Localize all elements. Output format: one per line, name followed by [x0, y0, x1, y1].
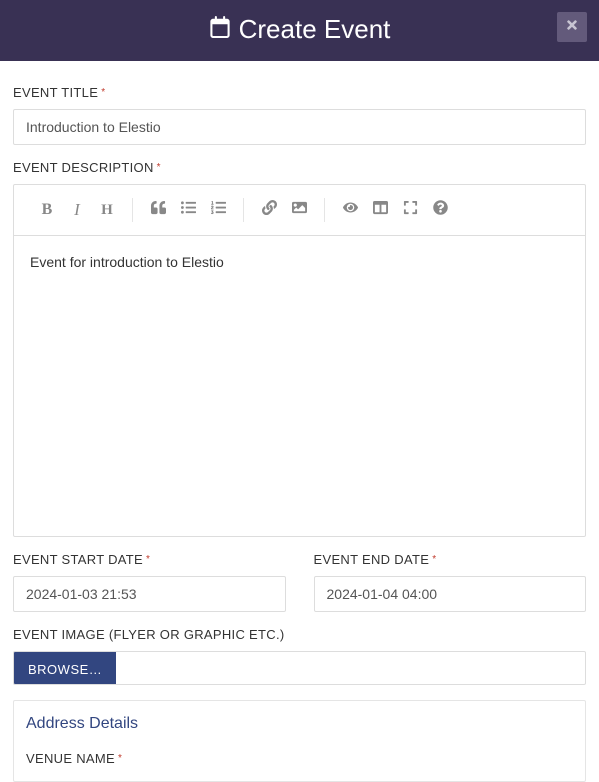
- preview-button[interactable]: [335, 195, 365, 225]
- file-name-display: [116, 652, 585, 684]
- side-by-side-button[interactable]: [365, 195, 395, 225]
- modal-title-wrap: Create Event: [209, 14, 391, 45]
- end-date-label: Event End Date*: [314, 552, 587, 567]
- close-button[interactable]: [557, 12, 587, 42]
- unordered-list-button[interactable]: [173, 195, 203, 225]
- eye-icon: [343, 200, 358, 220]
- quote-button[interactable]: [143, 195, 173, 225]
- start-date-input[interactable]: [13, 576, 286, 612]
- event-title-group: Event Title*: [13, 85, 586, 145]
- address-panel: Address Details Venue Name*: [13, 700, 586, 782]
- question-icon: [433, 200, 448, 220]
- list-ul-icon: [181, 200, 196, 220]
- browse-button[interactable]: BROWSE…: [14, 652, 116, 685]
- event-description-label: Event Description*: [13, 160, 586, 175]
- close-icon: [565, 18, 579, 37]
- link-button[interactable]: [254, 195, 284, 225]
- end-date-group: Event End Date*: [314, 552, 587, 612]
- modal-header: Create Event: [0, 0, 599, 61]
- modal-title: Create Event: [239, 14, 391, 45]
- quote-icon: [151, 200, 166, 220]
- start-date-group: Event Start Date*: [13, 552, 286, 612]
- heading-button[interactable]: H: [92, 195, 122, 225]
- editor-toolbar: B I H: [14, 185, 585, 236]
- bold-button[interactable]: B: [32, 195, 62, 225]
- event-title-input[interactable]: [13, 109, 586, 145]
- ordered-list-button[interactable]: [203, 195, 233, 225]
- list-ol-icon: [211, 200, 226, 220]
- fullscreen-button[interactable]: [395, 195, 425, 225]
- editor-content[interactable]: Event for introduction to Elestio: [14, 236, 585, 536]
- image-button[interactable]: [284, 195, 314, 225]
- event-image-label: Event Image (Flyer or Graphic etc.): [13, 627, 586, 642]
- modal-body: Event Title* Event Description* B I H: [0, 61, 599, 782]
- columns-icon: [373, 200, 388, 220]
- file-input-row: BROWSE…: [13, 651, 586, 685]
- end-date-input[interactable]: [314, 576, 587, 612]
- start-date-label: Event Start Date*: [13, 552, 286, 567]
- image-icon: [292, 200, 307, 220]
- rich-text-editor: B I H: [13, 184, 586, 537]
- event-image-group: Event Image (Flyer or Graphic etc.) BROW…: [13, 627, 586, 685]
- panel-title: Address Details: [26, 715, 573, 733]
- link-icon: [262, 200, 277, 220]
- italic-button[interactable]: I: [62, 195, 92, 225]
- help-button[interactable]: [425, 195, 455, 225]
- expand-icon: [403, 200, 418, 220]
- event-title-label: Event Title*: [13, 85, 586, 100]
- calendar-icon: [209, 14, 231, 45]
- event-description-group: Event Description* B I H: [13, 160, 586, 537]
